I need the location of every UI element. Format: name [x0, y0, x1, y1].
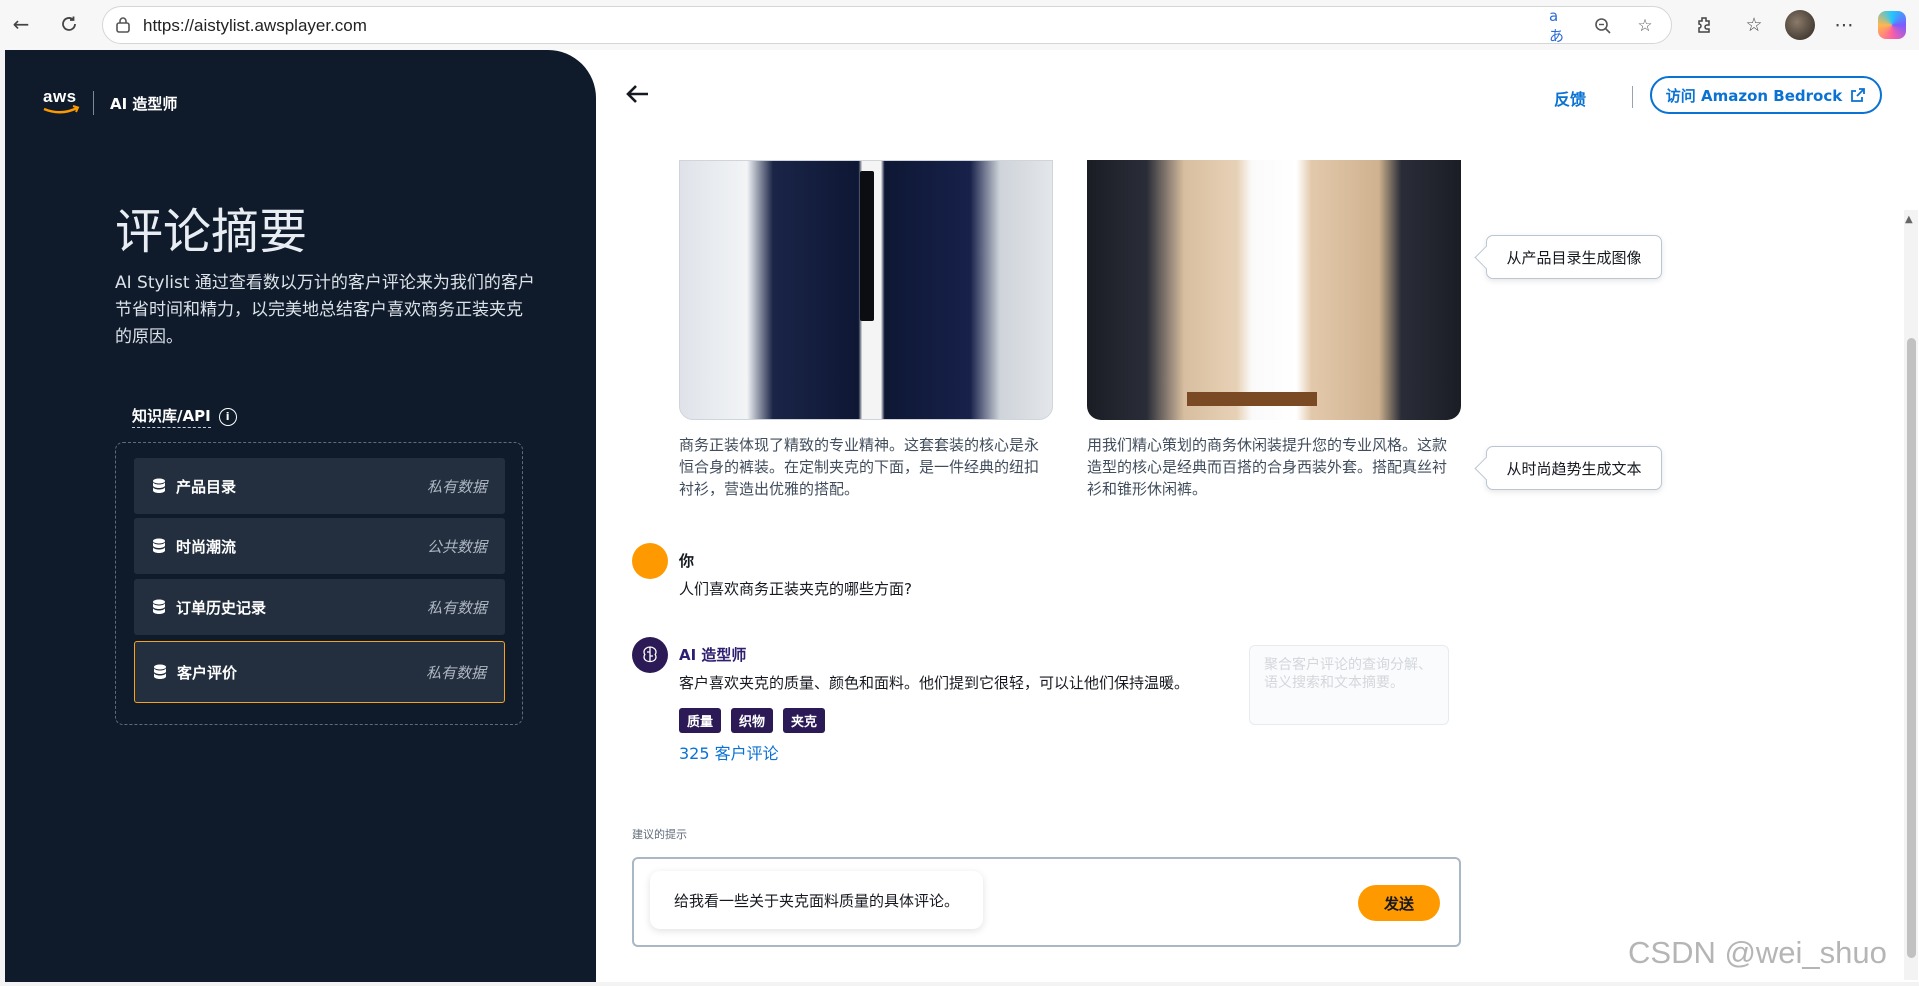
- sidebar: aws AI 造型师 评论摘要 AI Stylist 通过查看数以万计的客户评论…: [5, 50, 596, 982]
- kb-item-customer-reviews[interactable]: 客户评价 私有数据: [134, 641, 505, 703]
- back-icon[interactable]: ←: [8, 11, 34, 37]
- external-link-icon: [1851, 88, 1866, 102]
- page: aws AI 造型师 评论摘要 AI Stylist 通过查看数以万计的客户评论…: [5, 50, 1919, 982]
- kb-item-order-history[interactable]: 订单历史记录 私有数据: [134, 579, 505, 635]
- user-avatar: [632, 543, 668, 579]
- scroll-up-arrow-icon[interactable]: ▲: [1905, 214, 1913, 225]
- kb-item-fashion-trends[interactable]: 时尚潮流 公共数据: [134, 518, 505, 574]
- visit-bedrock-button[interactable]: 访问 Amazon Bedrock: [1650, 76, 1882, 114]
- product-caption-formal: 商务正装体现了精致的专业精神。这套套装的核心是永恒合身的裤装。在定制夹克的下面，…: [679, 436, 1040, 498]
- customer-reviews-link[interactable]: 325 客户评论: [679, 740, 779, 764]
- database-icon: [153, 599, 165, 614]
- feedback-link[interactable]: 反馈: [1554, 86, 1586, 110]
- kb-item-name: 时尚潮流: [176, 537, 237, 556]
- copilot-icon[interactable]: [1878, 11, 1906, 39]
- info-icon[interactable]: i: [218, 407, 237, 426]
- kb-item-name: 客户评价: [177, 663, 238, 682]
- page-title: 评论摘要: [115, 204, 308, 260]
- url-text[interactable]: https://aistylist.awsplayer.com: [143, 16, 367, 36]
- send-button[interactable]: 发送: [1358, 885, 1440, 921]
- product-image-casual-blazer: [1087, 160, 1461, 420]
- scrollbar-thumb[interactable]: [1907, 338, 1916, 958]
- topic-tags: 质量 织物 夹克: [679, 708, 826, 733]
- kb-item-type: 私有数据: [426, 477, 487, 496]
- refresh-icon[interactable]: [56, 11, 82, 37]
- kb-item-type: 私有数据: [425, 663, 486, 682]
- profile-avatar[interactable]: [1785, 10, 1815, 40]
- site-info-icon[interactable]: [113, 15, 133, 35]
- back-arrow-icon[interactable]: [624, 80, 652, 108]
- tag-fabric[interactable]: 织物: [731, 708, 774, 733]
- address-bar[interactable]: https://aistylist.awsplayer.com aあ ☆: [102, 6, 1672, 45]
- header-divider: [1632, 86, 1633, 108]
- kb-item-product-catalog[interactable]: 产品目录 私有数据: [134, 458, 505, 514]
- callout-text-generation: 从时尚趋势生成文本: [1486, 446, 1662, 490]
- favorites-icon[interactable]: ☆: [1740, 11, 1768, 39]
- extensions-icon[interactable]: [1690, 11, 1718, 39]
- knowledge-base-text[interactable]: 知识库/API: [132, 405, 211, 428]
- user-name: 你: [679, 552, 695, 570]
- kb-item-type: 私有数据: [426, 598, 487, 617]
- database-icon: [153, 478, 165, 493]
- tag-quality[interactable]: 质量: [679, 708, 722, 733]
- watermark: CSDN @wei_shuo: [1628, 935, 1887, 970]
- suggested-prompts-label: 建议的提示: [632, 828, 687, 841]
- knowledge-base-label: 知识库/API i: [132, 405, 237, 428]
- main-content: 反馈 访问 Amazon Bedrock 商务正装体现了精致的专业精神。这套套装…: [596, 50, 1919, 982]
- visit-bedrock-label: 访问 Amazon Bedrock: [1665, 86, 1843, 105]
- belt-shape: [1187, 392, 1317, 406]
- prompt-input-box[interactable]: 给我看一些关于夹克面料质量的具体评论。 发送: [632, 857, 1461, 947]
- user-message: 人们喜欢商务正装夹克的哪些方面?: [679, 580, 912, 598]
- page-description: AI Stylist 通过查看数以万计的客户评论来为我们的客户节省时间和精力，以…: [115, 273, 535, 347]
- callout-review-aggregation: 聚合客户评论的查询分解、语义搜索和文本摘要。: [1249, 645, 1449, 725]
- browser-toolbar: ← https://aistylist.awsplayer.com aあ ☆ ☆…: [0, 0, 1919, 50]
- read-aloud-icon[interactable]: aあ: [1549, 7, 1573, 45]
- ai-name: AI 造型师: [679, 646, 747, 664]
- database-icon: [153, 538, 165, 553]
- suggested-prompt-chip[interactable]: 给我看一些关于夹克面料质量的具体评论。: [650, 871, 984, 929]
- brain-icon: [643, 646, 657, 663]
- callout-image-generation: 从产品目录生成图像: [1486, 235, 1662, 279]
- more-menu-icon[interactable]: ⋯: [1830, 11, 1858, 39]
- product-caption-casual: 用我们精心策划的商务休闲装提升您的专业风格。这款造型的核心是经典而百搭的合身西装…: [1087, 436, 1448, 498]
- tie-shape: [860, 171, 874, 321]
- product-image-formal-suit: [679, 160, 1053, 420]
- ai-message: 客户喜欢夹克的质量、颜色和面料。他们提到它很轻，可以让他们保持温暖。: [679, 674, 1190, 692]
- tag-jacket[interactable]: 夹克: [783, 708, 826, 733]
- aws-logo: aws: [41, 87, 83, 116]
- kb-item-name: 产品目录: [176, 477, 237, 496]
- knowledge-base-list: 产品目录 私有数据 时尚潮流 公共数据 订单历史记录 私有数据 客户评价 私有数…: [115, 442, 523, 725]
- database-icon: [154, 664, 166, 679]
- brand-name: AI 造型师: [110, 94, 178, 113]
- kb-item-type: 公共数据: [426, 537, 487, 556]
- brand: aws AI 造型师: [41, 87, 178, 116]
- favorite-star-icon[interactable]: ☆: [1633, 14, 1657, 38]
- kb-item-name: 订单历史记录: [176, 598, 267, 617]
- ai-avatar: [632, 637, 668, 673]
- zoom-icon[interactable]: [1591, 14, 1615, 38]
